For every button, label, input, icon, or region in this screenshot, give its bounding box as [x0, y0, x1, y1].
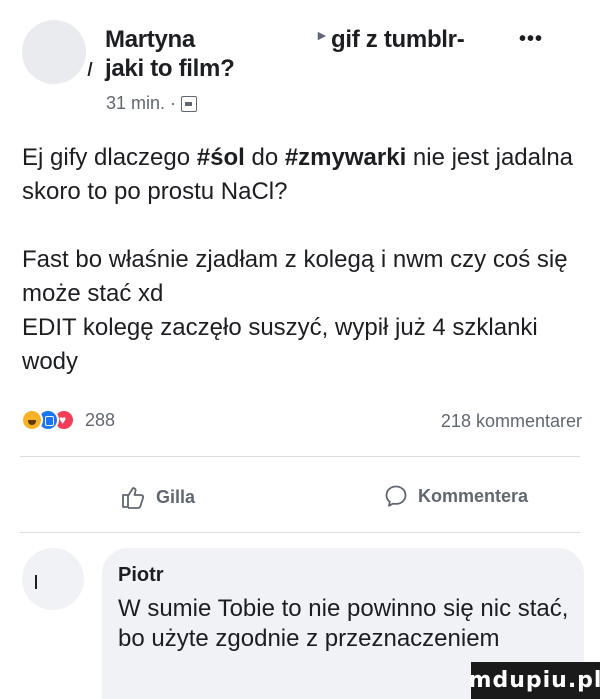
meta-separator: ·	[170, 93, 177, 113]
reaction-count: 288	[85, 409, 116, 430]
divider	[20, 456, 580, 457]
post-paragraph: Fast bo właśnie zjadłam z kolegą i nwm c…	[22, 246, 568, 375]
post-meta: 31 min. ·	[106, 93, 198, 114]
post-subtitle: jaki to film?	[105, 55, 235, 82]
post-time[interactable]: 31 min.	[106, 93, 165, 114]
commenter-avatar[interactable]	[22, 548, 84, 610]
site-watermark: mdupiu.pl	[469, 662, 600, 699]
group-privacy-icon	[181, 95, 198, 112]
comment-text: W sumie Tobie to nie powinno się nic sta…	[118, 595, 569, 652]
comment-author[interactable]: Piotr	[118, 564, 164, 587]
ellipsis-icon[interactable]: •••	[519, 28, 543, 51]
hashtag-link[interactable]: #zmywarki	[285, 144, 406, 171]
post-paragraph: Ej gify dlaczego #śol do #zmywarki nie j…	[22, 144, 574, 205]
group-name[interactable]: gif z tumblr-	[331, 26, 465, 54]
facebook-post: Martyna ► gif z tumblr- ••• jaki to film…	[0, 0, 600, 699]
comment-count[interactable]: 218 kommentarer	[441, 411, 582, 432]
post-body: Ej gify dlaczego #śol do #zmywarki nie j…	[22, 141, 582, 379]
speech-bubble-icon	[385, 485, 407, 507]
like-button[interactable]: Gilla	[120, 484, 195, 510]
thumbs-up-icon	[122, 487, 145, 509]
avatar-edge-mark	[35, 575, 37, 589]
comment-button[interactable]: Kommentera	[384, 484, 528, 508]
divider	[20, 532, 580, 533]
author-name[interactable]: Martyna	[105, 26, 195, 54]
hashtag-link[interactable]: #śol	[197, 144, 245, 171]
comment-label: Kommentera	[418, 485, 529, 506]
reactions-summary[interactable]: 288	[21, 409, 115, 431]
author-avatar[interactable]	[22, 20, 86, 84]
arrow-right-icon: ►	[315, 27, 329, 43]
avatar-edge-mark	[87, 62, 93, 76]
like-label: Gilla	[156, 486, 196, 507]
haha-reaction-icon	[21, 409, 43, 431]
